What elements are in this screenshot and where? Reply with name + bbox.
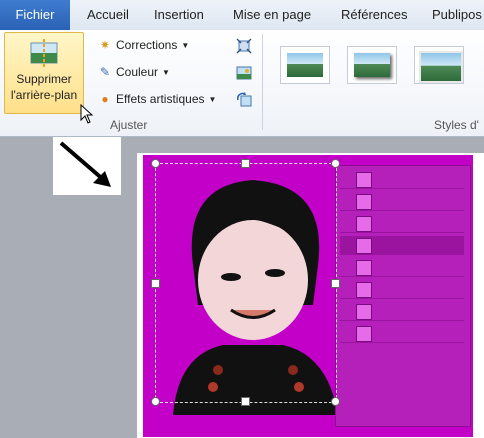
artistic-effects-label: Effets artistiques <box>116 92 205 106</box>
remove-background-button[interactable]: Supprimer l'arrière-plan <box>4 32 84 114</box>
picture-style-2[interactable] <box>347 46 397 84</box>
corrections-button[interactable]: ✷ Corrections ▼ <box>98 35 189 55</box>
selected-picture[interactable] <box>143 155 473 437</box>
tab-references[interactable]: Références <box>341 0 407 30</box>
reset-picture-icon[interactable] <box>236 92 252 108</box>
color-label: Couleur <box>116 65 159 79</box>
picture-style-3[interactable] <box>414 46 464 84</box>
corrections-label: Corrections <box>116 38 178 52</box>
tab-layout[interactable]: Mise en page <box>233 0 311 30</box>
resize-handle-top[interactable] <box>241 159 250 168</box>
resize-handle-top-right[interactable] <box>331 159 340 168</box>
artistic-effects-button[interactable]: ● Effets artistiques ▼ <box>98 89 216 109</box>
picture-styles-group-label: Styles d' <box>434 118 479 132</box>
palette-icon: ✎ <box>99 65 111 79</box>
layers-panel-image <box>335 165 471 427</box>
chevron-down-icon: ▼ <box>208 95 217 104</box>
mouse-cursor-icon <box>80 104 94 124</box>
resize-handle-top-left[interactable] <box>151 159 160 168</box>
remove-background-label-1: Supprimer <box>16 72 72 86</box>
selection-frame <box>155 163 337 403</box>
tab-home[interactable]: Accueil <box>87 0 129 30</box>
remove-background-icon <box>28 39 60 67</box>
resize-handle-bottom-right[interactable] <box>331 397 340 406</box>
resize-handle-bottom[interactable] <box>241 397 250 406</box>
adjust-group-label: Ajuster <box>110 118 148 132</box>
chevron-down-icon: ▼ <box>181 41 190 50</box>
color-button[interactable]: ✎ Couleur ▼ <box>98 62 170 82</box>
remove-background-label-2: l'arrière-plan <box>10 88 78 102</box>
tab-insert[interactable]: Insertion <box>154 0 204 30</box>
group-separator <box>262 34 263 130</box>
compress-pictures-icon[interactable] <box>236 38 252 54</box>
tab-publipostage[interactable]: Publipos <box>432 0 482 30</box>
ribbon: Supprimer l'arrière-plan ✷ Corrections ▼ ✎… <box>0 30 484 137</box>
resize-handle-left[interactable] <box>151 279 160 288</box>
sun-icon: ✷ <box>99 38 111 52</box>
resize-handle-bottom-left[interactable] <box>151 397 160 406</box>
artistic-effects-icon: ● <box>101 92 109 106</box>
resize-handle-right[interactable] <box>331 279 340 288</box>
chevron-down-icon: ▼ <box>162 68 170 77</box>
tab-file[interactable]: Fichier <box>0 0 70 30</box>
picture-style-1[interactable] <box>280 46 330 84</box>
ribbon-tabs: Fichier Accueil Insertion Mise en page R… <box>0 0 484 31</box>
change-picture-icon[interactable] <box>236 65 252 81</box>
arrow-annotation <box>53 137 121 195</box>
